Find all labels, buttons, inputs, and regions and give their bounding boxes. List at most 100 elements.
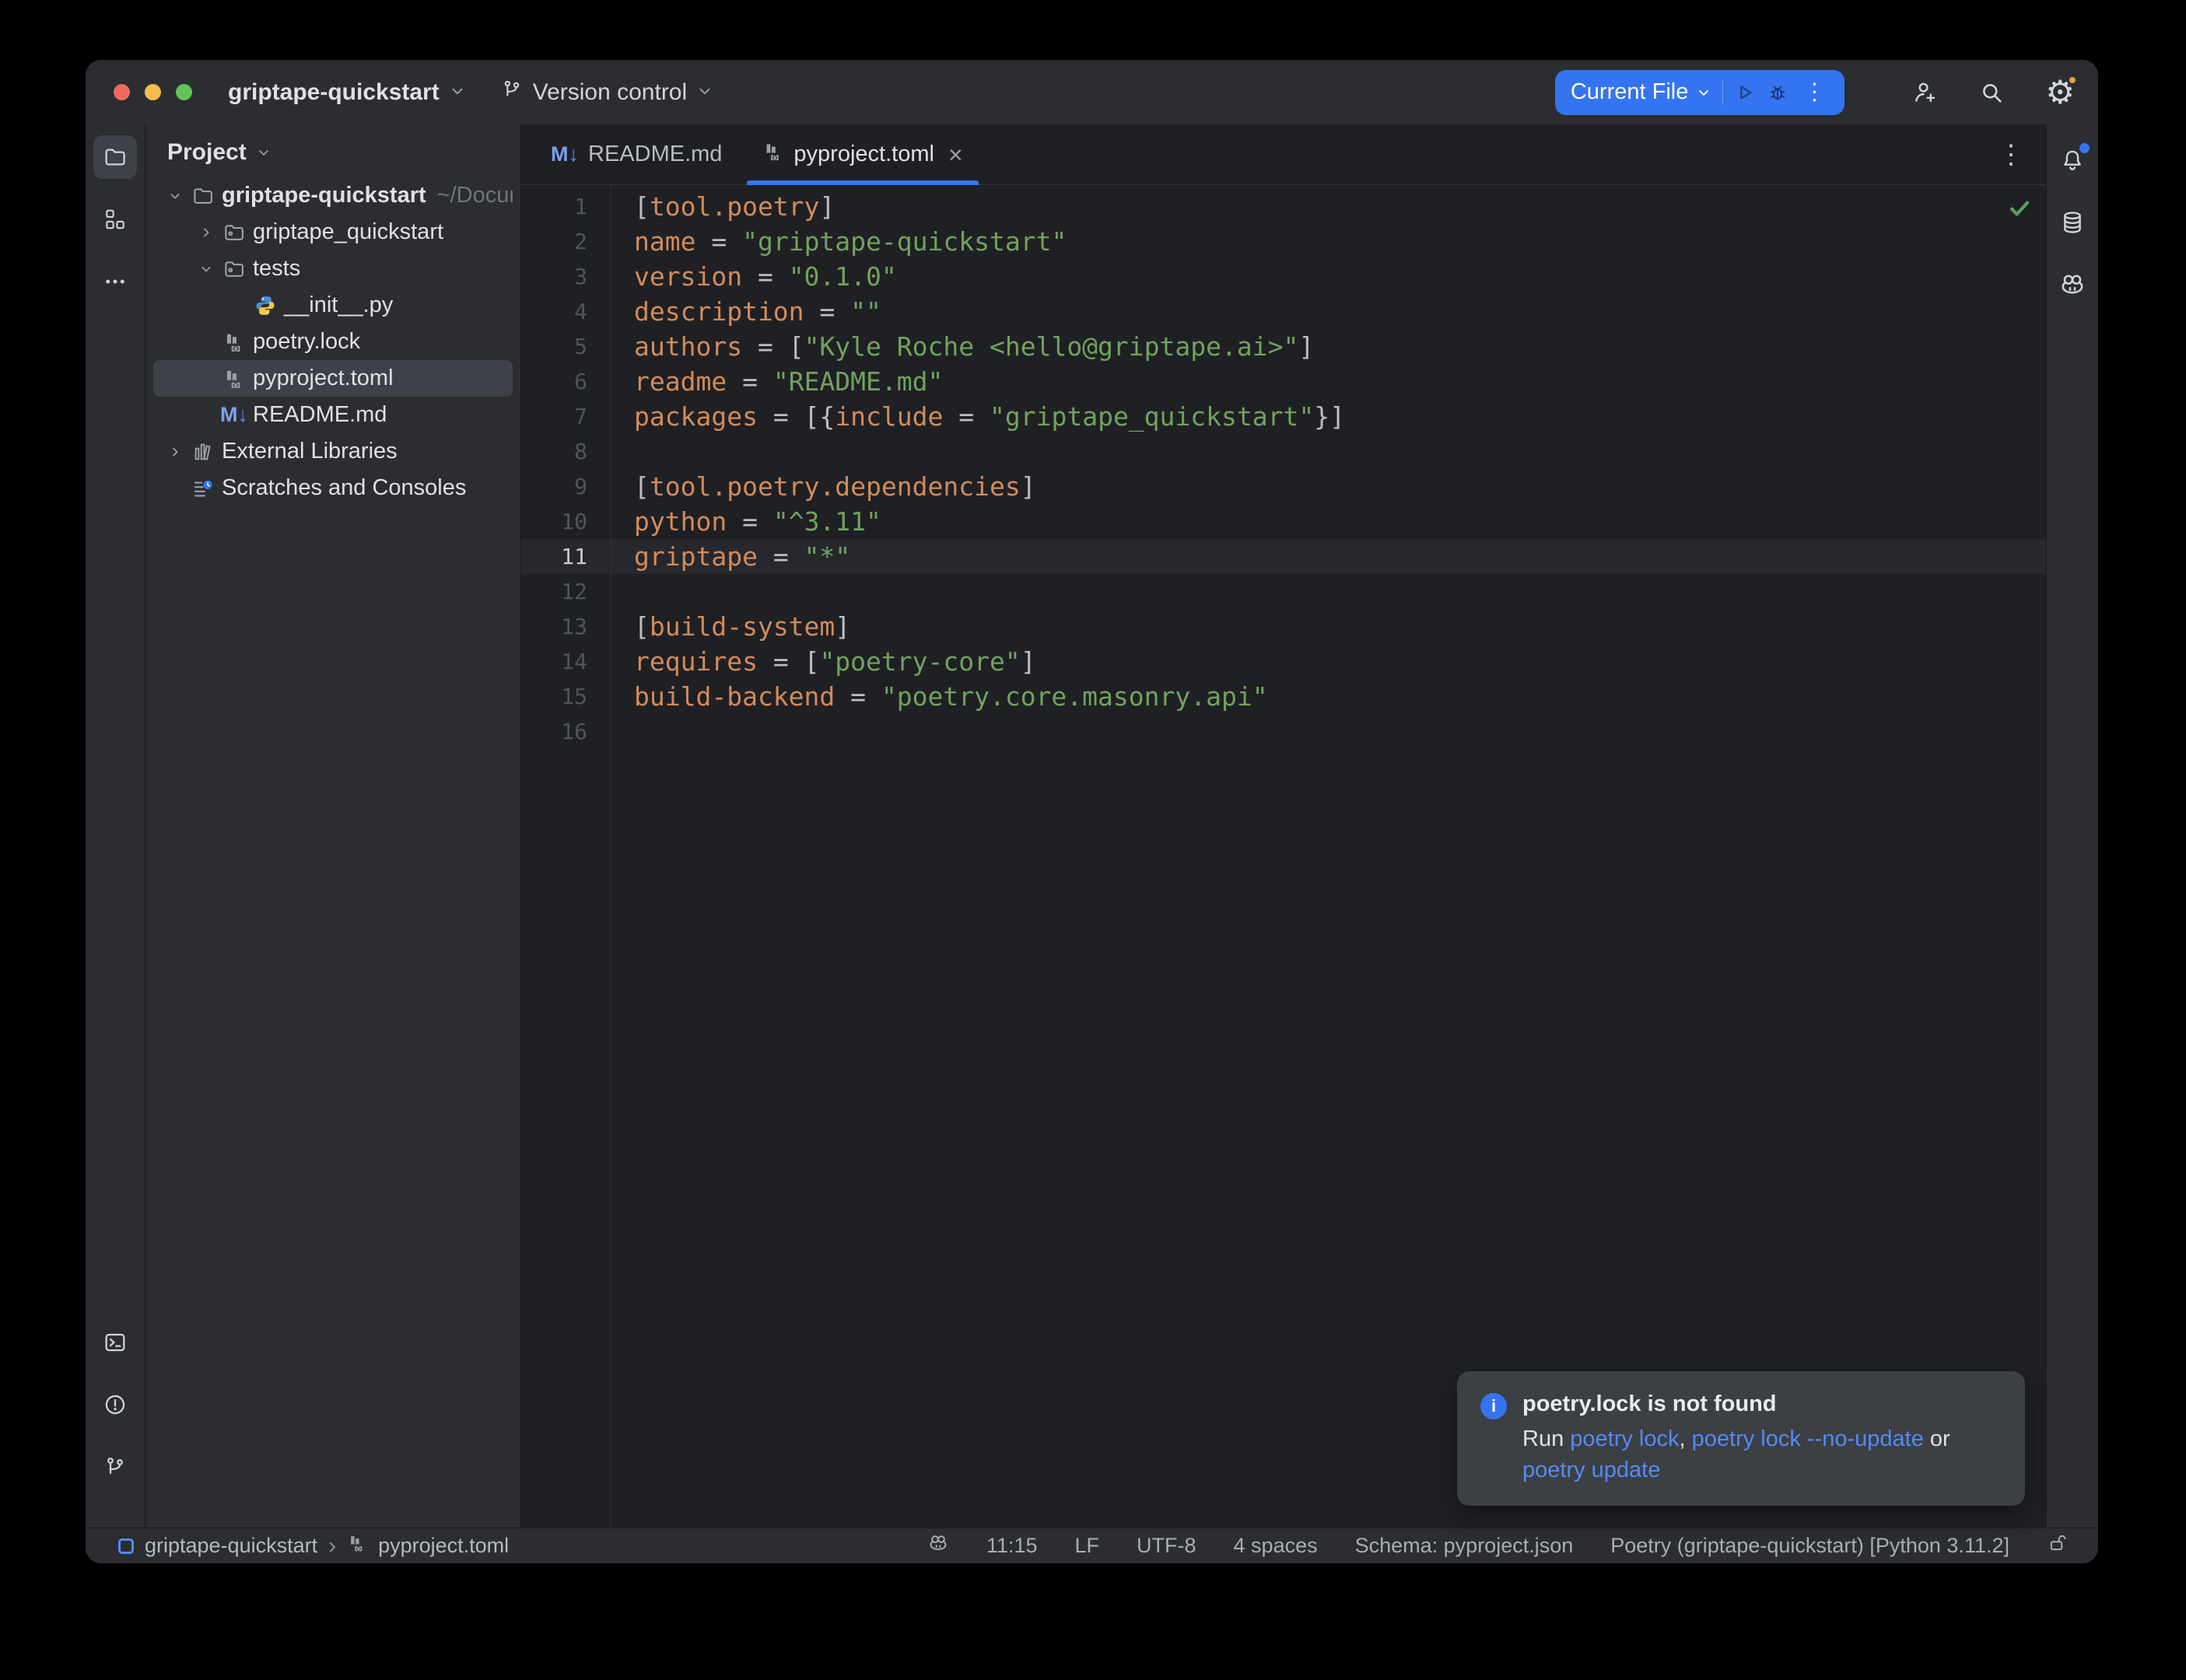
zoom-window-button[interactable] — [176, 84, 192, 100]
project-tree: griptape-quickstart~/Documegriptape_quic… — [145, 177, 520, 506]
toml-file-icon — [762, 141, 784, 169]
database-icon — [2059, 209, 2086, 236]
database-tool-button[interactable] — [2051, 201, 2094, 244]
code-text: version = "0.1.0" — [611, 259, 897, 294]
tree-item-scratches-and-consoles[interactable]: Scratches and Consoles — [153, 470, 513, 506]
library-icon — [189, 439, 217, 465]
tree-item-pyproject-toml[interactable]: pyproject.toml — [153, 360, 513, 397]
more-icon — [103, 269, 128, 294]
chevron-right-icon[interactable] — [161, 438, 189, 466]
tab-options-button[interactable]: ⋮ — [1998, 124, 2046, 184]
structure-icon — [103, 207, 128, 232]
terminal-tool-button[interactable] — [93, 1321, 137, 1364]
tab-label: pyproject.toml — [793, 142, 934, 167]
breadcrumb-file[interactable]: pyproject.toml — [378, 1534, 509, 1558]
code-editor[interactable]: 1[tool.poetry]2name = "griptape-quicksta… — [521, 185, 2046, 1528]
close-tab-icon[interactable]: × — [948, 142, 963, 167]
time-widget[interactable]: 11:15 — [986, 1534, 1038, 1558]
vcs-widget[interactable]: Version control — [500, 78, 713, 107]
debug-button[interactable] — [1767, 82, 1788, 103]
tab-pyproject[interactable]: pyproject.toml × — [742, 124, 983, 184]
ai-assistant-tool-button[interactable] — [2051, 263, 2094, 306]
chevron-right-icon[interactable] — [192, 219, 220, 247]
project-panel: Project griptape-quickstart~/Documegript… — [145, 124, 521, 1528]
notifications-tool-button[interactable] — [2051, 138, 2094, 182]
ai-status-icon[interactable] — [927, 1532, 949, 1559]
code-line-1: 1[tool.poetry] — [521, 189, 2046, 224]
folder-icon — [103, 145, 128, 170]
poetry-lock-link[interactable]: poetry lock — [1570, 1426, 1679, 1451]
search-icon — [1978, 79, 2005, 106]
chevron-placeholder — [223, 292, 251, 320]
project-switcher-label: griptape-quickstart — [228, 79, 440, 106]
vcs-tool-button[interactable] — [93, 1445, 137, 1489]
chevron-down-icon[interactable] — [192, 255, 220, 283]
code-text: [tool.poetry] — [611, 189, 835, 224]
tree-item-label: README.md — [253, 402, 387, 428]
project-switcher[interactable]: griptape-quickstart — [228, 79, 466, 106]
vcs-label: Version control — [533, 79, 687, 106]
schema-widget[interactable]: Schema: pyproject.json — [1355, 1534, 1574, 1558]
line-number: 7 — [521, 399, 611, 434]
chevron-right-icon: › — [328, 1535, 336, 1558]
interpreter-widget[interactable]: Poetry (griptape-quickstart) [Python 3.1… — [1610, 1534, 2009, 1558]
run-button[interactable] — [1734, 82, 1756, 103]
toml-file-icon — [347, 1533, 367, 1559]
code-line-8: 8 — [521, 434, 2046, 469]
unlock-icon[interactable] — [2047, 1532, 2069, 1559]
notification-text: Run — [1522, 1426, 1570, 1451]
info-icon: i — [1480, 1393, 1507, 1419]
line-number: 14 — [521, 644, 611, 679]
code-text: griptape = "*" — [611, 539, 850, 574]
tab-label: README.md — [588, 142, 722, 167]
line-ending-widget[interactable]: LF — [1075, 1534, 1100, 1558]
run-config-label: Current File — [1571, 79, 1689, 105]
line-number: 16 — [521, 714, 611, 749]
code-text — [611, 434, 634, 469]
markdown-icon: M↓ — [220, 402, 248, 429]
chevron-placeholder — [192, 328, 220, 356]
tree-item-griptape-quickstart[interactable]: griptape_quickstart — [153, 214, 513, 250]
tree-item-external-libraries[interactable]: External Libraries — [153, 433, 513, 470]
line-number: 11 — [521, 539, 611, 574]
tree-item-tests[interactable]: tests — [153, 250, 513, 287]
divider — [1722, 80, 1723, 105]
tree-item-poetry-lock[interactable]: poetry.lock — [153, 324, 513, 360]
poetry-lock-no-update-link[interactable]: poetry lock --no-update — [1692, 1426, 1924, 1451]
settings-button[interactable]: ⚙ — [2045, 76, 2075, 109]
search-button[interactable] — [1978, 79, 2005, 106]
tree-item-label: poetry.lock — [253, 329, 360, 355]
problems-tool-button[interactable] — [93, 1383, 137, 1426]
indent-widget[interactable]: 4 spaces — [1234, 1534, 1318, 1558]
more-tools-button[interactable] — [93, 260, 137, 303]
settings-update-badge — [2067, 75, 2078, 86]
module-icon — [118, 1538, 134, 1554]
chevron-down-icon — [696, 79, 713, 106]
tree-item-readme-md[interactable]: M↓README.md — [153, 397, 513, 433]
notification-text: or — [1924, 1426, 1950, 1451]
add-user-button[interactable] — [1911, 79, 1938, 106]
tree-item-griptape-quickstart[interactable]: griptape-quickstart~/Docume — [153, 177, 513, 214]
terminal-icon — [103, 1330, 128, 1355]
poetry-update-link[interactable]: poetry update — [1522, 1458, 1660, 1482]
encoding-widget[interactable]: UTF-8 — [1137, 1534, 1196, 1558]
run-more-button[interactable]: ⋮ — [1799, 79, 1829, 106]
tree-item--init-py[interactable]: __init__.py — [153, 287, 513, 324]
breadcrumb-project[interactable]: griptape-quickstart — [145, 1534, 317, 1558]
tree-item-label: External Libraries — [222, 439, 398, 464]
editor-column: M↓ README.md pyproject.toml × ⋮ 1[tool.p… — [521, 124, 2046, 1528]
project-panel-header[interactable]: Project — [145, 132, 520, 173]
project-panel-title: Project — [167, 139, 247, 166]
code-text: requires = ["poetry-core"] — [611, 644, 1036, 679]
project-tool-button[interactable] — [93, 135, 137, 179]
minimize-window-button[interactable] — [145, 84, 161, 100]
structure-tool-button[interactable] — [93, 198, 137, 241]
code-text — [611, 574, 634, 609]
scratch-icon — [189, 475, 217, 502]
close-window-button[interactable] — [114, 84, 130, 100]
chevron-down-icon[interactable] — [161, 182, 189, 210]
code-text: authors = ["Kyle Roche <hello@griptape.a… — [611, 329, 1314, 364]
code-line-11: 11griptape = "*" — [521, 539, 2046, 574]
tab-readme[interactable]: M↓ README.md — [531, 124, 742, 184]
run-config-selector[interactable]: Current File — [1571, 79, 1712, 105]
